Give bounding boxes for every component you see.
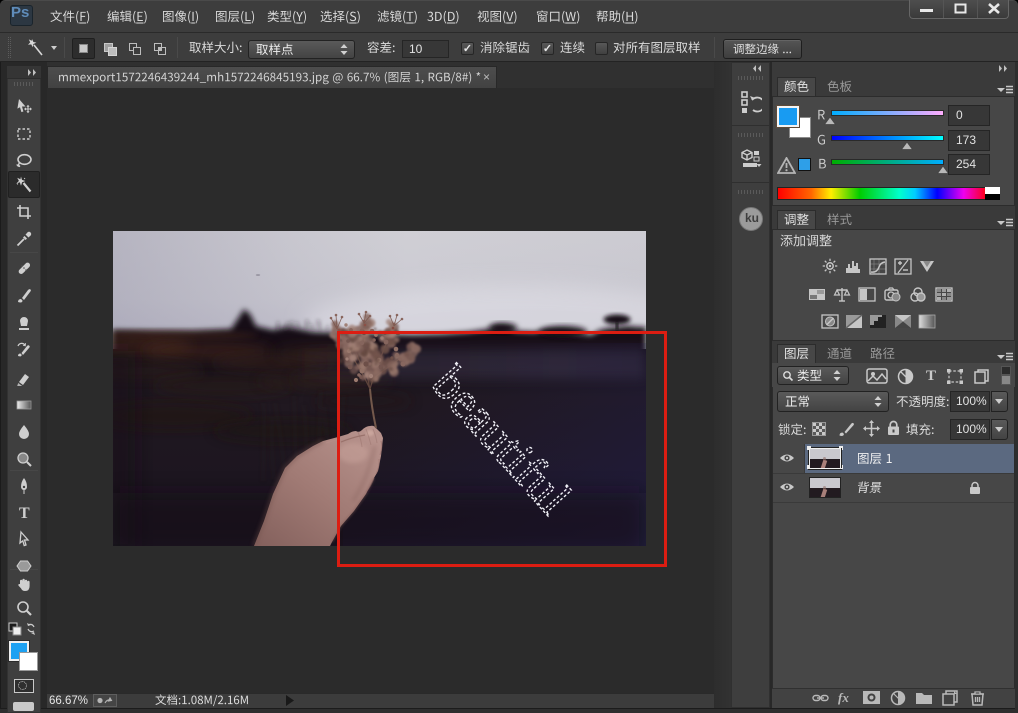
svg-text:T: T — [19, 505, 30, 521]
